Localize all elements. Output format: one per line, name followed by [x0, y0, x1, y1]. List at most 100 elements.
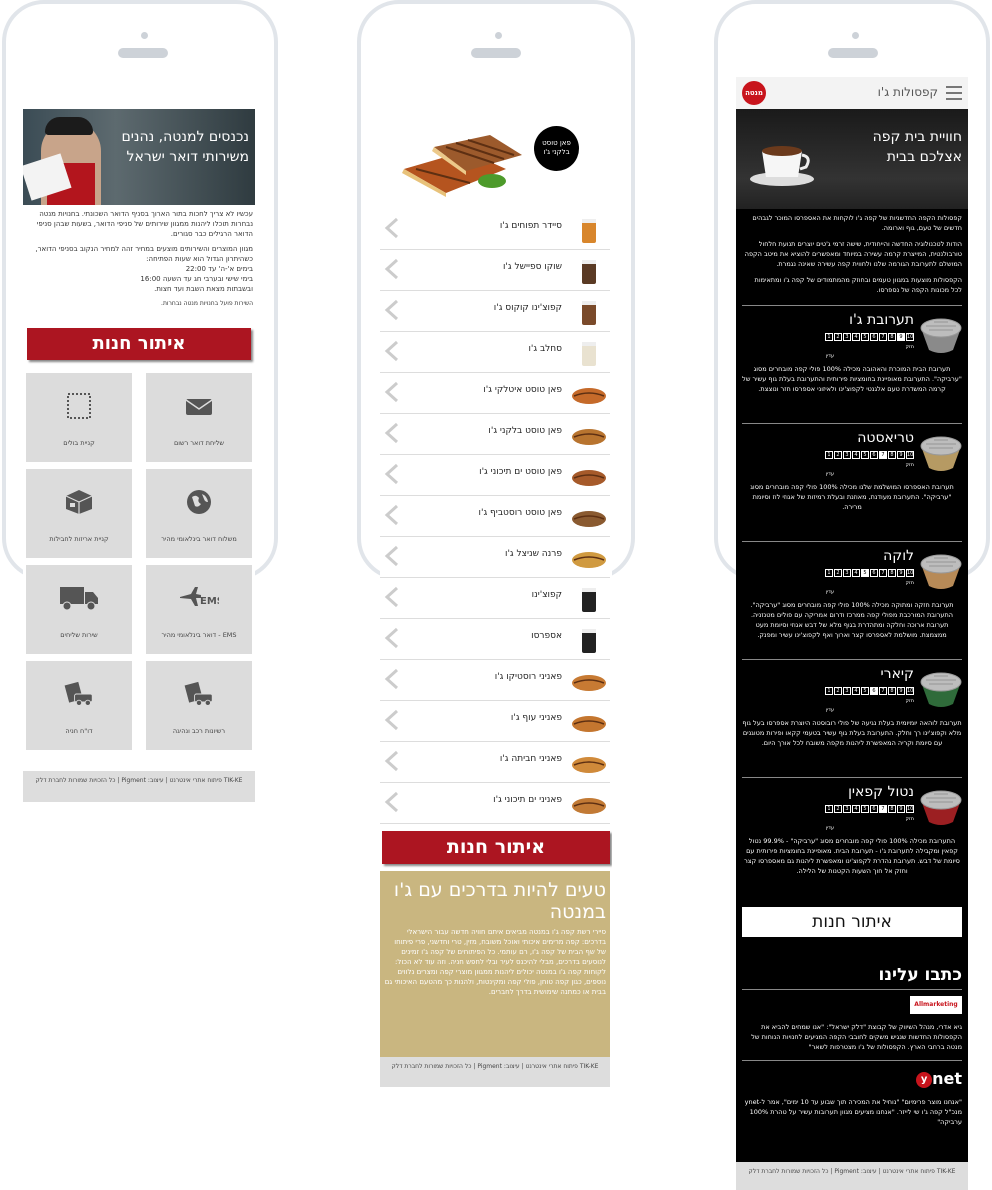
strength-cell: 4 — [852, 333, 860, 341]
menu-item[interactable]: פרנה שניצל ג'ו — [380, 537, 610, 578]
store-locator-button[interactable]: איתור חנות — [27, 328, 251, 360]
promo-title: טעים להיות בדרכים עם ג'ו במנטה — [393, 879, 606, 923]
strength-weak-label: עדין — [825, 589, 834, 595]
press-heading: כתבו עלינו — [878, 965, 962, 985]
strength-cell: 4 — [852, 451, 860, 459]
service-tile-intl-mail[interactable]: משלוח דואר בינלאומי מהיר — [146, 469, 252, 558]
menu-item[interactable]: קפוצ'ינו קוקוס ג'ו — [380, 291, 610, 332]
store-locator-button[interactable]: איתור חנות — [742, 907, 962, 937]
strength-cell: 3 — [843, 333, 851, 341]
chevron-left-icon — [384, 545, 399, 567]
menu-item-label: פאניני רוסטיקו ג'ו — [494, 672, 562, 682]
strength-cell: 6 — [870, 805, 878, 813]
capsule-name: קיארי — [880, 666, 914, 682]
menu-screen: פאן טוסט בלקני ג'ו סיידר תפוחים ג'ו שוקו … — [380, 109, 612, 1089]
product-thumbnail — [572, 716, 606, 732]
menu-item[interactable]: פאניני ים תיכוני ג'ו — [380, 783, 610, 824]
clerk-cap — [45, 117, 93, 135]
capsule-description: תערובת הבית המוכרת והאהובה מכילה 100% פו… — [742, 365, 962, 393]
capsule-name: טריאסטה — [857, 430, 914, 446]
truck-icon — [60, 587, 98, 611]
menu-item[interactable]: פאן טוסט רוסטביף ג'ו — [380, 496, 610, 537]
menu-item[interactable]: קפוצ'ינו — [380, 578, 610, 619]
service-tile-packages[interactable]: קניית אריזות לחבילות — [26, 469, 132, 558]
menu-item-label: פאניני ים תיכוני ג'ו — [493, 795, 562, 805]
store-locator-button[interactable]: איתור חנות — [382, 831, 610, 864]
strength-cell: 10 — [906, 687, 914, 695]
strength-scale: 1 2 3 4 5 6 7 8 9 10 — [825, 805, 914, 813]
product-thumbnail — [572, 798, 606, 814]
paragraph: קפסולות הקפה החדשניות של קפה ג'ו לוקחות … — [752, 214, 962, 232]
strength-scale: 1 2 3 4 5 6 7 8 9 10 — [825, 333, 914, 341]
menu-item[interactable]: פאן טוסט ים תיכוני ג'ו — [380, 455, 610, 496]
hero-product: פאן טוסט בלקני ג'ו — [380, 109, 610, 209]
strength-weak-label: עדין — [825, 825, 834, 831]
strength-strong-label: חזק — [905, 462, 914, 468]
strength-cell: 7 — [879, 569, 887, 577]
service-tile-ems[interactable]: EMS EMS - דואר בינלאומי מהיר — [146, 565, 252, 654]
menu-item-label: פאן טוסט בלקני ג'ו — [488, 426, 562, 436]
strength-cell: 7 — [879, 687, 887, 695]
menu-item[interactable]: פאניני חביתה ג'ו — [380, 742, 610, 783]
product-thumbnail — [582, 588, 596, 612]
strength-cell: 6 — [870, 333, 878, 341]
speaker-slot — [828, 48, 878, 58]
menu-item-label: קפוצ'ינו קוקוס ג'ו — [493, 303, 562, 313]
service-tile-stamps[interactable]: קניית בולים — [26, 373, 132, 462]
menu-item[interactable]: סחלב ג'ו — [380, 332, 610, 373]
strength-cell: 2 — [834, 569, 842, 577]
service-tile-vehicle-license[interactable]: רשיונות רכב ונהיגה — [146, 661, 252, 750]
brand-logo[interactable]: מנטה — [742, 81, 766, 105]
capsule-name: נטול קפאין — [848, 784, 914, 800]
menu-item-label: פרנה שניצל ג'ו — [505, 549, 562, 559]
strength-cell: 7 — [879, 805, 887, 813]
product-thumbnail — [582, 301, 596, 325]
footer: TIK-KE פיתוח אתרי אינטרנט | עיצוב: Pigme… — [23, 771, 255, 802]
menu-item[interactable]: אספרסו — [380, 619, 610, 660]
service-tile-registered-mail[interactable]: שליחת דואר רשום — [146, 373, 252, 462]
hours-line: בימים א'-ה' עד 22:00 — [185, 265, 253, 273]
menu-item[interactable]: פאניני רוסטיקו ג'ו — [380, 660, 610, 701]
note: השירות פועל בחנויות מנטה נבחרות. — [161, 300, 253, 307]
product-thumbnail — [572, 675, 606, 691]
strength-cell: 1 — [825, 569, 833, 577]
strength-cell: 5 — [861, 805, 869, 813]
menu-item-label: שוקו ספיישל ג'ו — [502, 262, 562, 272]
capsule-name: לוקה — [883, 548, 914, 564]
chevron-left-icon — [384, 586, 399, 608]
strength-cell: 8 — [888, 569, 896, 577]
menu-item[interactable]: שוקו ספיישל ג'ו — [380, 250, 610, 291]
chevron-left-icon — [384, 340, 399, 362]
menu-item-label: פאן טוסט איטלקי ג'ו — [483, 385, 562, 395]
chevron-left-icon — [384, 504, 399, 526]
menu-item-label: קפוצ'ינו — [531, 590, 562, 600]
menu-item-label: סחלב ג'ו — [528, 344, 562, 354]
product-thumbnail — [572, 429, 606, 445]
strength-cell: 7 — [879, 333, 887, 341]
tile-label: משלוח דואר בינלאומי מהיר — [161, 535, 237, 543]
capsule-card: נטול קפאין 1 2 3 4 5 6 7 8 9 10 חזק עדין התערובת מכיל… — [742, 777, 962, 895]
strength-scale: 1 2 3 4 5 6 7 8 9 10 — [825, 569, 914, 577]
strength-cell: 8 — [888, 451, 896, 459]
capsule-description: התערובת מכילה 100% פולי קפה מובחרים מסוג… — [744, 837, 960, 875]
menu-item[interactable]: סיידר תפוחים ג'ו — [380, 209, 610, 250]
strength-cell: 1 — [825, 333, 833, 341]
menu-item[interactable]: פאן טוסט בלקני ג'ו — [380, 414, 610, 455]
strength-cell: 9 — [897, 569, 905, 577]
service-tile-courier[interactable]: שירות שליחים — [26, 565, 132, 654]
strength-cell: 4 — [852, 687, 860, 695]
service-tile-parking-ticket[interactable]: דו"ח חניה — [26, 661, 132, 750]
menu-item[interactable]: פאן טוסט איטלקי ג'ו — [380, 373, 610, 414]
hamburger-menu-icon[interactable] — [946, 86, 962, 100]
footer: TIK-KE פיתוח אתרי אינטרנט | עיצוב: Pigme… — [736, 1162, 968, 1190]
coffee-cup-image — [750, 146, 814, 186]
menu-item[interactable]: פאניני עוף ג'ו — [380, 701, 610, 742]
paragraph: מגוון המוצרים והשירותים מוצעים במחיר זהה… — [35, 245, 253, 263]
svg-text:EMS: EMS — [200, 596, 219, 607]
strength-weak-label: עדין — [825, 707, 834, 713]
chevron-left-icon — [384, 709, 399, 731]
tile-label: דו"ח חניה — [65, 727, 93, 735]
product-thumbnail — [572, 552, 606, 568]
hours-line: בימי שישי ובערבי חג עד השעה 16:00 — [140, 275, 253, 283]
camera-dot — [495, 32, 502, 39]
